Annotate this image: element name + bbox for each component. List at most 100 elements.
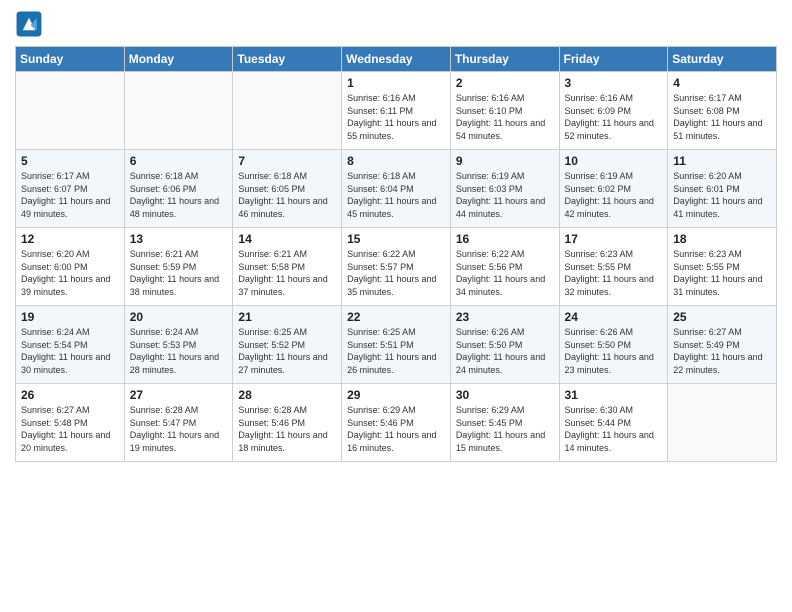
weekday-header-sunday: Sunday: [16, 47, 125, 72]
calendar-cell: 6Sunrise: 6:18 AMSunset: 6:06 PMDaylight…: [124, 150, 233, 228]
day-number: 2: [456, 76, 554, 90]
cell-info: Sunrise: 6:25 AMSunset: 5:52 PMDaylight:…: [238, 326, 336, 376]
calendar-cell: 14 Sunrise: 6:21 AMSunset: 5:58 PMDayligh…: [233, 228, 342, 306]
day-number: 14: [238, 232, 336, 246]
calendar-cell: 11 Sunrise: 6:20 AMSunset: 6:01 PMDayligh…: [668, 150, 777, 228]
calendar-table: SundayMondayTuesdayWednesdayThursdayFrid…: [15, 46, 777, 462]
day-number: 27: [130, 388, 228, 402]
calendar-cell: 12 Sunrise: 6:20 AMSunset: 6:00 PMDayligh…: [16, 228, 125, 306]
day-number: 29: [347, 388, 445, 402]
calendar-cell: [124, 72, 233, 150]
calendar-cell: 2 Sunrise: 6:16 AMSunset: 6:10 PMDaylight…: [450, 72, 559, 150]
cell-info: Sunrise: 6:18 AMSunset: 6:05 PMDaylight:…: [238, 170, 336, 220]
calendar-cell: 1 Sunrise: 6:16 AMSunset: 6:11 PMDaylight…: [342, 72, 451, 150]
calendar-cell: 23 Sunrise: 6:26 AMSunset: 5:50 PMDayligh…: [450, 306, 559, 384]
day-number: 22: [347, 310, 445, 324]
cell-info: Sunrise: 6:17 AMSunset: 6:08 PMDaylight:…: [673, 92, 771, 142]
day-number: 31: [565, 388, 663, 402]
day-number: 16: [456, 232, 554, 246]
cell-info: Sunrise: 6:22 AMSunset: 5:57 PMDaylight:…: [347, 248, 445, 298]
day-number: 7: [238, 154, 336, 168]
calendar-cell: 9Sunrise: 6:19 AMSunset: 6:03 PMDaylight…: [450, 150, 559, 228]
calendar-cell: 22Sunrise: 6:25 AMSunset: 5:51 PMDayligh…: [342, 306, 451, 384]
cell-info: Sunrise: 6:30 AMSunset: 5:44 PMDaylight:…: [565, 404, 663, 454]
cell-info: Sunrise: 6:24 AMSunset: 5:53 PMDaylight:…: [130, 326, 228, 376]
day-number: 24: [565, 310, 663, 324]
cell-info: Sunrise: 6:23 AMSunset: 5:55 PMDaylight:…: [565, 248, 663, 298]
day-number: 26: [21, 388, 119, 402]
calendar-header-row: SundayMondayTuesdayWednesdayThursdayFrid…: [16, 47, 777, 72]
cell-info: Sunrise: 6:18 AMSunset: 6:04 PMDaylight:…: [347, 170, 445, 220]
cell-info: Sunrise: 6:21 AMSunset: 5:58 PMDaylight:…: [238, 248, 336, 298]
day-number: 9: [456, 154, 554, 168]
day-number: 8: [347, 154, 445, 168]
day-number: 30: [456, 388, 554, 402]
weekday-header-tuesday: Tuesday: [233, 47, 342, 72]
cell-info: Sunrise: 6:26 AMSunset: 5:50 PMDaylight:…: [456, 326, 554, 376]
calendar-cell: 8 Sunrise: 6:18 AMSunset: 6:04 PMDaylight…: [342, 150, 451, 228]
calendar-week-2: 5 Sunrise: 6:17 AMSunset: 6:07 PMDaylight…: [16, 150, 777, 228]
day-number: 20: [130, 310, 228, 324]
day-number: 25: [673, 310, 771, 324]
calendar-cell: 19 Sunrise: 6:24 AMSunset: 5:54 PMDayligh…: [16, 306, 125, 384]
day-number: 23: [456, 310, 554, 324]
calendar-cell: 26 Sunrise: 6:27 AMSunset: 5:48 PMDayligh…: [16, 384, 125, 462]
cell-info: Sunrise: 6:29 AMSunset: 5:46 PMDaylight:…: [347, 404, 445, 454]
calendar-cell: 27 Sunrise: 6:28 AMSunset: 5:47 PMDayligh…: [124, 384, 233, 462]
calendar-cell: 13 Sunrise: 6:21 AMSunset: 5:59 PMDayligh…: [124, 228, 233, 306]
day-number: 10: [565, 154, 663, 168]
calendar-cell: 16 Sunrise: 6:22 AMSunset: 5:56 PMDayligh…: [450, 228, 559, 306]
calendar-cell: 24Sunrise: 6:26 AMSunset: 5:50 PMDayligh…: [559, 306, 668, 384]
day-number: 17: [565, 232, 663, 246]
cell-info: Sunrise: 6:19 AMSunset: 6:02 PMDaylight:…: [565, 170, 663, 220]
day-number: 19: [21, 310, 119, 324]
calendar-week-4: 19 Sunrise: 6:24 AMSunset: 5:54 PMDayligh…: [16, 306, 777, 384]
day-number: 13: [130, 232, 228, 246]
calendar-body: 1 Sunrise: 6:16 AMSunset: 6:11 PMDaylight…: [16, 72, 777, 462]
logo: [15, 10, 47, 38]
calendar-cell: 17 Sunrise: 6:23 AMSunset: 5:55 PMDayligh…: [559, 228, 668, 306]
day-number: 5: [21, 154, 119, 168]
calendar-cell: 25 Sunrise: 6:27 AMSunset: 5:49 PMDayligh…: [668, 306, 777, 384]
cell-info: Sunrise: 6:16 AMSunset: 6:11 PMDaylight:…: [347, 92, 445, 142]
cell-info: Sunrise: 6:21 AMSunset: 5:59 PMDaylight:…: [130, 248, 228, 298]
calendar-cell: [16, 72, 125, 150]
calendar-cell: 4 Sunrise: 6:17 AMSunset: 6:08 PMDaylight…: [668, 72, 777, 150]
weekday-header-monday: Monday: [124, 47, 233, 72]
calendar-cell: [233, 72, 342, 150]
calendar-cell: 7 Sunrise: 6:18 AMSunset: 6:05 PMDaylight…: [233, 150, 342, 228]
day-number: 11: [673, 154, 771, 168]
day-number: 21: [238, 310, 336, 324]
cell-info: Sunrise: 6:23 AMSunset: 5:55 PMDaylight:…: [673, 248, 771, 298]
cell-info: Sunrise: 6:29 AMSunset: 5:45 PMDaylight:…: [456, 404, 554, 454]
cell-info: Sunrise: 6:20 AMSunset: 6:00 PMDaylight:…: [21, 248, 119, 298]
cell-info: Sunrise: 6:17 AMSunset: 6:07 PMDaylight:…: [21, 170, 119, 220]
cell-info: Sunrise: 6:27 AMSunset: 5:49 PMDaylight:…: [673, 326, 771, 376]
calendar-cell: 31 Sunrise: 6:30 AMSunset: 5:44 PMDayligh…: [559, 384, 668, 462]
day-number: 4: [673, 76, 771, 90]
day-number: 1: [347, 76, 445, 90]
day-number: 12: [21, 232, 119, 246]
calendar-cell: 29 Sunrise: 6:29 AMSunset: 5:46 PMDayligh…: [342, 384, 451, 462]
day-number: 18: [673, 232, 771, 246]
cell-info: Sunrise: 6:24 AMSunset: 5:54 PMDaylight:…: [21, 326, 119, 376]
day-number: 6: [130, 154, 228, 168]
weekday-header-thursday: Thursday: [450, 47, 559, 72]
weekday-header-friday: Friday: [559, 47, 668, 72]
page: SundayMondayTuesdayWednesdayThursdayFrid…: [0, 0, 792, 612]
cell-info: Sunrise: 6:27 AMSunset: 5:48 PMDaylight:…: [21, 404, 119, 454]
calendar-cell: 15 Sunrise: 6:22 AMSunset: 5:57 PMDayligh…: [342, 228, 451, 306]
calendar-cell: 28Sunrise: 6:28 AMSunset: 5:46 PMDayligh…: [233, 384, 342, 462]
cell-info: Sunrise: 6:16 AMSunset: 6:10 PMDaylight:…: [456, 92, 554, 142]
calendar-cell: 3Sunrise: 6:16 AMSunset: 6:09 PMDaylight…: [559, 72, 668, 150]
cell-info: Sunrise: 6:22 AMSunset: 5:56 PMDaylight:…: [456, 248, 554, 298]
day-number: 28: [238, 388, 336, 402]
cell-info: Sunrise: 6:16 AMSunset: 6:09 PMDaylight:…: [565, 92, 663, 142]
cell-info: Sunrise: 6:28 AMSunset: 5:47 PMDaylight:…: [130, 404, 228, 454]
calendar-week-3: 12 Sunrise: 6:20 AMSunset: 6:00 PMDayligh…: [16, 228, 777, 306]
calendar-cell: 18 Sunrise: 6:23 AMSunset: 5:55 PMDayligh…: [668, 228, 777, 306]
day-number: 15: [347, 232, 445, 246]
weekday-header-wednesday: Wednesday: [342, 47, 451, 72]
calendar-week-5: 26 Sunrise: 6:27 AMSunset: 5:48 PMDayligh…: [16, 384, 777, 462]
cell-info: Sunrise: 6:20 AMSunset: 6:01 PMDaylight:…: [673, 170, 771, 220]
